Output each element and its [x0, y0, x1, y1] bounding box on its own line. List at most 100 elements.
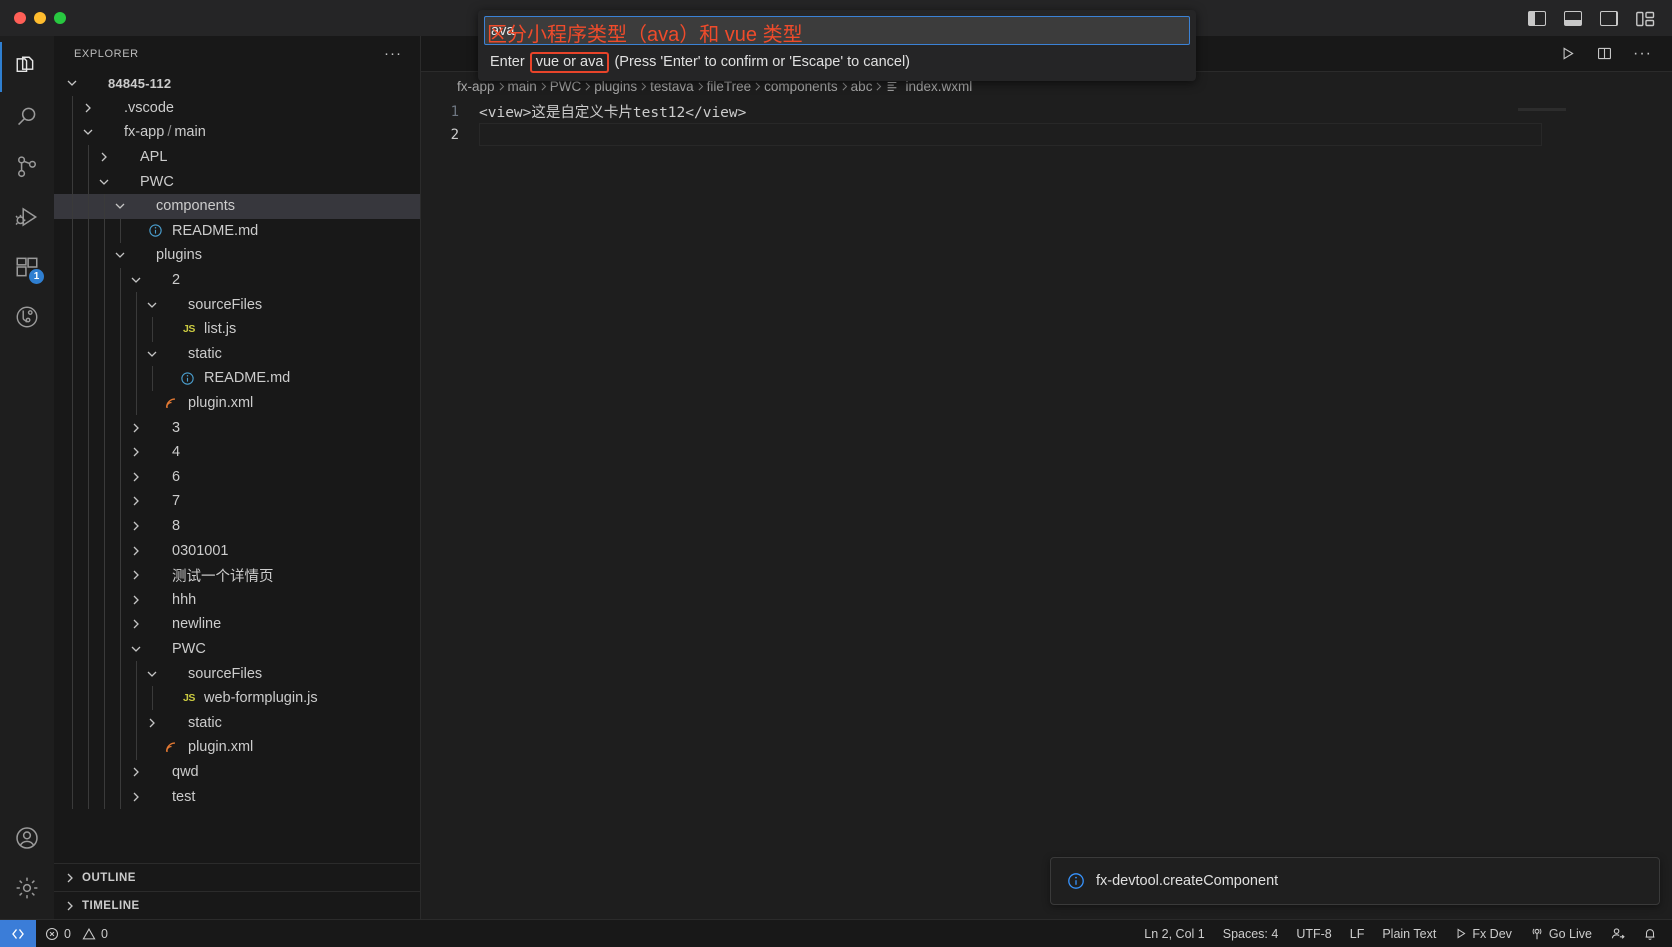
tree-folder-item[interactable]: components — [54, 193, 420, 219]
status-notifications[interactable] — [1634, 920, 1666, 947]
tree-folder-item[interactable]: plugins — [54, 243, 420, 268]
tree-folder-item[interactable]: static — [54, 341, 420, 367]
status-editor-position[interactable]: Ln 2, Col 1 — [1135, 920, 1213, 947]
tree-folder-item[interactable]: sourceFiles — [54, 292, 420, 317]
status-item-label: Fx Dev — [1472, 926, 1512, 941]
chevron-down-icon — [128, 272, 144, 288]
split-editor-icon[interactable] — [1596, 45, 1613, 62]
status-editor-indentation[interactable]: Spaces: 4 — [1214, 920, 1288, 947]
tree-indent-guide — [72, 292, 73, 317]
activity-item-accounts[interactable] — [0, 813, 54, 863]
tree-file-item[interactable]: README.md — [54, 218, 420, 244]
tree-indent-guide — [72, 366, 73, 391]
activity-item-explorer[interactable] — [0, 42, 54, 92]
explorer-more-actions-icon[interactable]: ··· — [384, 45, 412, 62]
tree-folder-item[interactable]: hhh — [54, 587, 420, 613]
tree-root-item[interactable]: 84845-112 — [54, 71, 420, 96]
status-editor-encoding[interactable]: UTF-8 — [1287, 920, 1340, 947]
tree-file-item[interactable]: JS web-formplugin.js — [54, 685, 420, 711]
tree-indent-guide — [72, 415, 73, 440]
sidebar-section-timeline[interactable]: TIMELINE — [54, 891, 420, 919]
tree-folder-item[interactable]: PWC — [54, 169, 420, 194]
close-window-button[interactable] — [14, 12, 26, 24]
tree-file-item[interactable]: plugin.xml — [54, 735, 420, 760]
tree-folder-item[interactable]: 2 — [54, 267, 420, 293]
tree-folder-item[interactable]: 8 — [54, 513, 420, 539]
quick-input-widget[interactable]: Enter vue or ava (Press 'Enter' to confi… — [478, 10, 1196, 82]
activity-item-settings[interactable] — [0, 863, 54, 913]
status-editor-eol[interactable]: LF — [1341, 920, 1374, 947]
tree-file-item[interactable]: JS list.js — [54, 316, 420, 342]
tree-folder-item[interactable]: newline — [54, 612, 420, 637]
code-line[interactable]: 1 <view>这是自定义卡片test12</view> — [421, 100, 1672, 123]
tree-indent-guide — [136, 316, 137, 342]
tree-indent-guide — [104, 513, 105, 539]
chevron-right-icon — [96, 149, 112, 165]
tree-folder-item[interactable]: qwd — [54, 759, 420, 785]
tree-indent-guide — [136, 685, 137, 711]
status-problems[interactable]: 0 0 — [36, 920, 117, 947]
current-line-highlight — [479, 123, 1542, 146]
activity-item-extensions[interactable]: 1 — [0, 242, 54, 292]
sidebar-section-outline[interactable]: OUTLINE — [54, 863, 420, 891]
window-controls[interactable] — [0, 12, 66, 24]
play-icon[interactable] — [1559, 45, 1576, 62]
remote-window-button[interactable] — [0, 919, 36, 947]
notification-toast[interactable]: fx-devtool.createComponent — [1050, 857, 1660, 905]
tree-folder-item[interactable]: 6 — [54, 464, 420, 490]
tree-indent-guide — [72, 341, 73, 367]
tree-folder-item[interactable]: test — [54, 784, 420, 809]
activity-item-source-control[interactable] — [0, 142, 54, 192]
layout-sidebar-right-icon[interactable] — [1600, 10, 1618, 26]
markdown-file-icon — [148, 223, 166, 238]
tree-folder-item[interactable]: .vscode — [54, 95, 420, 121]
tree-indent-guide — [104, 685, 105, 711]
activity-item-search[interactable] — [0, 92, 54, 142]
status-live-share[interactable] — [1601, 920, 1634, 947]
tree-indent-guide — [104, 784, 105, 809]
minimap-slider[interactable] — [1518, 108, 1566, 111]
quick-input-field[interactable] — [484, 16, 1190, 45]
tree-file-item[interactable]: README.md — [54, 366, 420, 391]
layout-sidebar-left-icon[interactable] — [1528, 10, 1546, 26]
maximize-window-button[interactable] — [54, 12, 66, 24]
tree-indent-guide — [104, 316, 105, 342]
tree-folder-item[interactable]: 3 — [54, 415, 420, 440]
tree-indent-guide — [88, 243, 89, 268]
tree-folder-item[interactable]: 0301001 — [54, 538, 420, 563]
ellipsis-icon[interactable]: ··· — [1633, 45, 1652, 61]
tree-indent-guide — [120, 661, 121, 686]
tree-folder-item[interactable]: 测试一个详情页 — [54, 562, 420, 588]
code-editor[interactable]: 1 <view>这是自定义卡片test12</view> 2 — [421, 100, 1672, 919]
minimize-window-button[interactable] — [34, 12, 46, 24]
tree-folder-item[interactable]: sourceFiles — [54, 661, 420, 686]
activity-item-run-and-debug[interactable] — [0, 192, 54, 242]
chevron-down-icon — [144, 666, 160, 682]
tree-indent-guide — [72, 464, 73, 490]
tree-folder-item[interactable]: static — [54, 710, 420, 736]
status-go-live[interactable]: Go Live — [1521, 920, 1601, 947]
notification-message: fx-devtool.createComponent — [1096, 873, 1279, 889]
info-icon — [1067, 872, 1085, 890]
tree-file-item[interactable]: plugin.xml — [54, 390, 420, 416]
tree-folder-item[interactable]: 4 — [54, 439, 420, 465]
tree-folder-item[interactable]: PWC — [54, 636, 420, 662]
tree-folder-item[interactable]: APL — [54, 144, 420, 170]
tree-indent-guide — [104, 267, 105, 293]
tree-indent-guide — [152, 685, 153, 711]
activity-item-testing[interactable] — [0, 292, 54, 342]
tree-folder-item[interactable]: 7 — [54, 489, 420, 514]
tree-indent-guide — [72, 193, 73, 219]
xml-file-icon — [164, 740, 182, 754]
tree-indent-guide — [88, 587, 89, 613]
status-fx-dev[interactable]: Fx Dev — [1445, 920, 1521, 947]
tree-item-label: plugin.xml — [188, 739, 254, 756]
status-editor-language[interactable]: Plain Text — [1373, 920, 1445, 947]
tree-indent-guide — [104, 243, 105, 268]
file-tree[interactable]: 84845-112 .vscode fx-app / main APL PWC compone… — [54, 71, 420, 863]
layout-panel-icon[interactable] — [1564, 10, 1582, 26]
tree-folder-item[interactable]: fx-app / main — [54, 120, 420, 145]
tree-indent-guide — [72, 587, 73, 613]
tree-indent-guide — [104, 735, 105, 760]
layout-grid-icon[interactable] — [1636, 11, 1655, 26]
